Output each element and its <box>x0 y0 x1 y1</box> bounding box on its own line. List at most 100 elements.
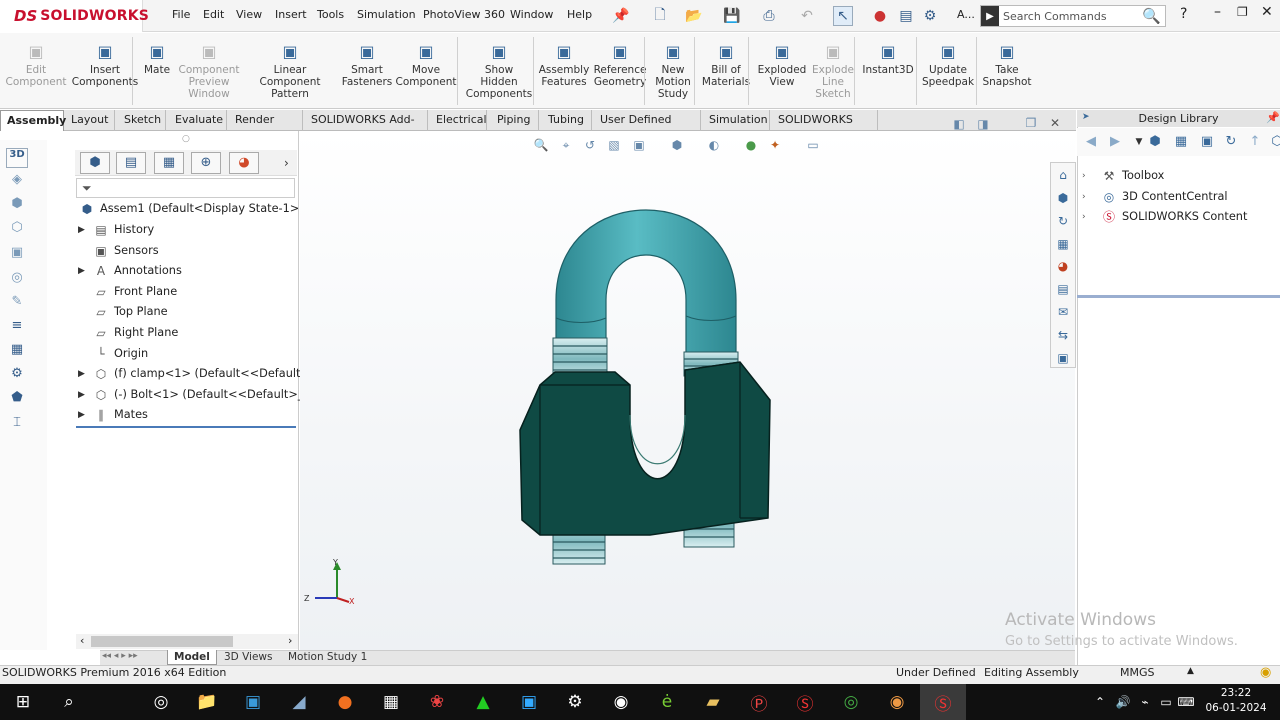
cmd-instant3d-button[interactable]: ▣ Instant3D <box>860 33 916 109</box>
menu-help[interactable]: Help <box>567 8 592 21</box>
tab-render-tools[interactable]: Render Tools <box>229 110 303 146</box>
tree-root-assembly[interactable]: ⬢ Assem1 (Default<Display State-1>) <box>78 199 304 219</box>
design-library-item-3d-contentcentral[interactable]: › ◎ 3D ContentCentral <box>1082 187 1228 207</box>
cmd-speedpak-button[interactable]: ▣ Update Speedpak <box>922 33 974 109</box>
file-properties-icon[interactable]: ▤ <box>896 6 916 26</box>
dynamic-annotation-icon[interactable]: ▣ <box>630 138 648 154</box>
create-folder-icon[interactable]: ▣ <box>1198 134 1216 152</box>
tree-item-right-plane[interactable]: ▱ Right Plane <box>78 323 178 343</box>
options-gear-icon[interactable]: ⚙ <box>920 6 940 26</box>
part-tool-icon[interactable]: ⬟ <box>6 390 28 410</box>
tab-electrical[interactable]: Electrical <box>430 110 487 131</box>
arrow-icon[interactable]: ➤ <box>1082 112 1090 122</box>
menu-file[interactable]: File <box>172 8 190 21</box>
tree-filter[interactable]: ⏷ <box>76 178 295 198</box>
app-taskbar-icon[interactable]: ◢ <box>276 684 322 720</box>
chevron-right-icon[interactable]: › <box>284 156 289 170</box>
shape-tool-icon[interactable]: ⬡ <box>6 220 28 240</box>
cmd-bom-button[interactable]: ▣ Bill of Materials <box>700 33 752 109</box>
solidworks-logo[interactable]: DS SOLIDWORKS <box>0 0 149 32</box>
minimize-icon[interactable]: – <box>1214 4 1221 20</box>
previous-view-icon[interactable]: ↺ <box>581 138 599 154</box>
cmd-explode-line-button[interactable]: ▣ Explode Line Sketch <box>810 33 856 109</box>
tray-chevron-icon[interactable]: ⌃ <box>1088 684 1112 720</box>
scrollbar-thumb[interactable] <box>91 636 233 647</box>
tab-model[interactable]: Model <box>167 650 217 665</box>
home-icon[interactable]: ⌂ <box>1054 166 1072 184</box>
chrome2-taskbar-icon[interactable]: ◉ <box>874 684 920 720</box>
expand-arrow-icon[interactable]: › <box>1082 187 1100 207</box>
cmd-component-preview-button[interactable]: ▣ Component Preview Window <box>176 33 242 109</box>
u-bolt-clamp-model[interactable] <box>500 200 790 580</box>
display-manager-tab-icon[interactable]: ◕ <box>229 152 259 174</box>
help-icon[interactable]: ? <box>1180 6 1187 22</box>
back-icon[interactable]: ◀ <box>1082 134 1100 152</box>
section-view-icon[interactable]: ▧ <box>605 138 623 154</box>
volume-icon[interactable]: 🔊 <box>1112 684 1134 720</box>
app2-taskbar-icon[interactable]: ❀ <box>414 684 460 720</box>
menu-photoview[interactable]: PhotoView 360 <box>423 8 505 21</box>
cmd-exploded-view-button[interactable]: ▣ Exploded View <box>754 33 810 109</box>
menu-tools[interactable]: Tools <box>317 8 344 21</box>
box-tool-icon[interactable]: ▦ <box>6 342 28 362</box>
zoom-area-icon[interactable]: ⌖ <box>557 138 575 154</box>
pin-icon[interactable]: 📌 <box>611 6 631 26</box>
windows-start-icon[interactable]: ⊞ <box>0 684 46 720</box>
solidworks-taskbar-icon[interactable]: Ⓢ <box>782 684 828 720</box>
search-input[interactable]: Search Commands <box>999 10 1142 23</box>
zoom-to-fit-icon[interactable]: 🔍 <box>532 138 550 154</box>
app5-taskbar-icon[interactable]: ▰ <box>690 684 736 720</box>
cmd-assembly-features-button[interactable]: ▣ Assembly Features <box>538 33 590 109</box>
app3-taskbar-icon[interactable]: ▲ <box>460 684 506 720</box>
status-units[interactable]: MMGS <box>1120 666 1155 679</box>
edit-tool-icon[interactable]: ✎ <box>6 294 28 314</box>
menu-view[interactable]: View <box>236 8 262 21</box>
refresh-library-icon[interactable]: ↻ <box>1222 134 1240 152</box>
tree-item-bolt-1-default-defau[interactable]: ▶ ⬡ (-) Bolt<1> (Default<<Default>_Dis <box>78 385 321 405</box>
firefox-taskbar-icon[interactable]: ● <box>322 684 368 720</box>
taskbar-search-icon[interactable]: ⌕ <box>46 684 92 720</box>
file-explorer-icon[interactable]: ▣ <box>1054 349 1072 367</box>
tab-evaluate[interactable]: Evaluate <box>169 110 227 131</box>
search-icon[interactable]: 🔍 <box>1142 7 1165 25</box>
tree-item-mates[interactable]: ▶ ∥ Mates <box>78 405 148 425</box>
shell-tool-icon[interactable]: ◎ <box>6 270 28 290</box>
cmd-reference-geometry-button[interactable]: ▣ Reference Geometry <box>592 33 648 109</box>
camera-taskbar-icon[interactable]: ◉ <box>598 684 644 720</box>
tree-item-f-clamp-1-default-de[interactable]: ▶ ⬡ (f) clamp<1> (Default<<Default>_D <box>78 364 324 384</box>
restore-icon[interactable]: ❐ <box>1237 5 1248 19</box>
open-folder-icon[interactable]: 📂 <box>684 6 704 26</box>
menu-insert[interactable]: Insert <box>275 8 307 21</box>
design-library-item-solidworks-content[interactable]: › Ⓢ SOLIDWORKS Content <box>1082 207 1247 227</box>
file-explorer-taskbar-icon[interactable]: 📁 <box>184 684 230 720</box>
stack-tool-icon[interactable]: ≡ <box>6 318 28 338</box>
save-icon[interactable]: 💾 <box>722 6 742 26</box>
keyboard-icon[interactable]: ⌨ <box>1176 684 1196 720</box>
cmd-camera-button[interactable]: ▣ Take Snapshot <box>982 33 1032 109</box>
cube-tool-icon[interactable]: ▣ <box>6 245 28 265</box>
tree-item-top-plane[interactable]: ▱ Top Plane <box>78 302 167 322</box>
network-icon[interactable]: ⌁ <box>1134 684 1156 720</box>
scroll-right-icon[interactable]: › <box>288 634 292 647</box>
chrome-taskbar-icon[interactable]: ◎ <box>828 684 874 720</box>
sketch-tool-icon[interactable]: ◈ <box>6 172 28 192</box>
close-icon[interactable]: ✕ <box>1261 4 1273 20</box>
tile-right-icon[interactable]: ◨ <box>974 117 992 133</box>
tab-simulation[interactable]: Simulation <box>703 110 770 131</box>
expand-arrow-icon[interactable]: ▶ <box>78 405 92 425</box>
more-commands[interactable]: A... <box>957 8 975 21</box>
rebuild-icon[interactable]: ● <box>870 6 890 26</box>
cmd-mate-button[interactable]: ▣ Mate <box>140 33 174 109</box>
view-orientation-icon[interactable]: ⬢ <box>668 138 686 154</box>
menu-simulation[interactable]: Simulation <box>357 8 416 21</box>
view-palette-icon[interactable]: ⇆ <box>1054 326 1072 344</box>
configuration-tab-icon[interactable]: ▦ <box>154 152 184 174</box>
forward-icon[interactable]: ▶ <box>1106 134 1124 152</box>
menu-window[interactable]: Window <box>510 8 553 21</box>
feature-tree-tab-icon[interactable]: ⬢ <box>80 152 110 174</box>
tab-sketch[interactable]: Sketch <box>118 110 166 131</box>
cmd-insert-components-button[interactable]: ▣ Insert Components <box>70 33 140 109</box>
tile-left-icon[interactable]: ◧ <box>950 117 968 133</box>
store-taskbar-icon[interactable]: ▣ <box>230 684 276 720</box>
battery-icon[interactable]: ▭ <box>1156 684 1176 720</box>
